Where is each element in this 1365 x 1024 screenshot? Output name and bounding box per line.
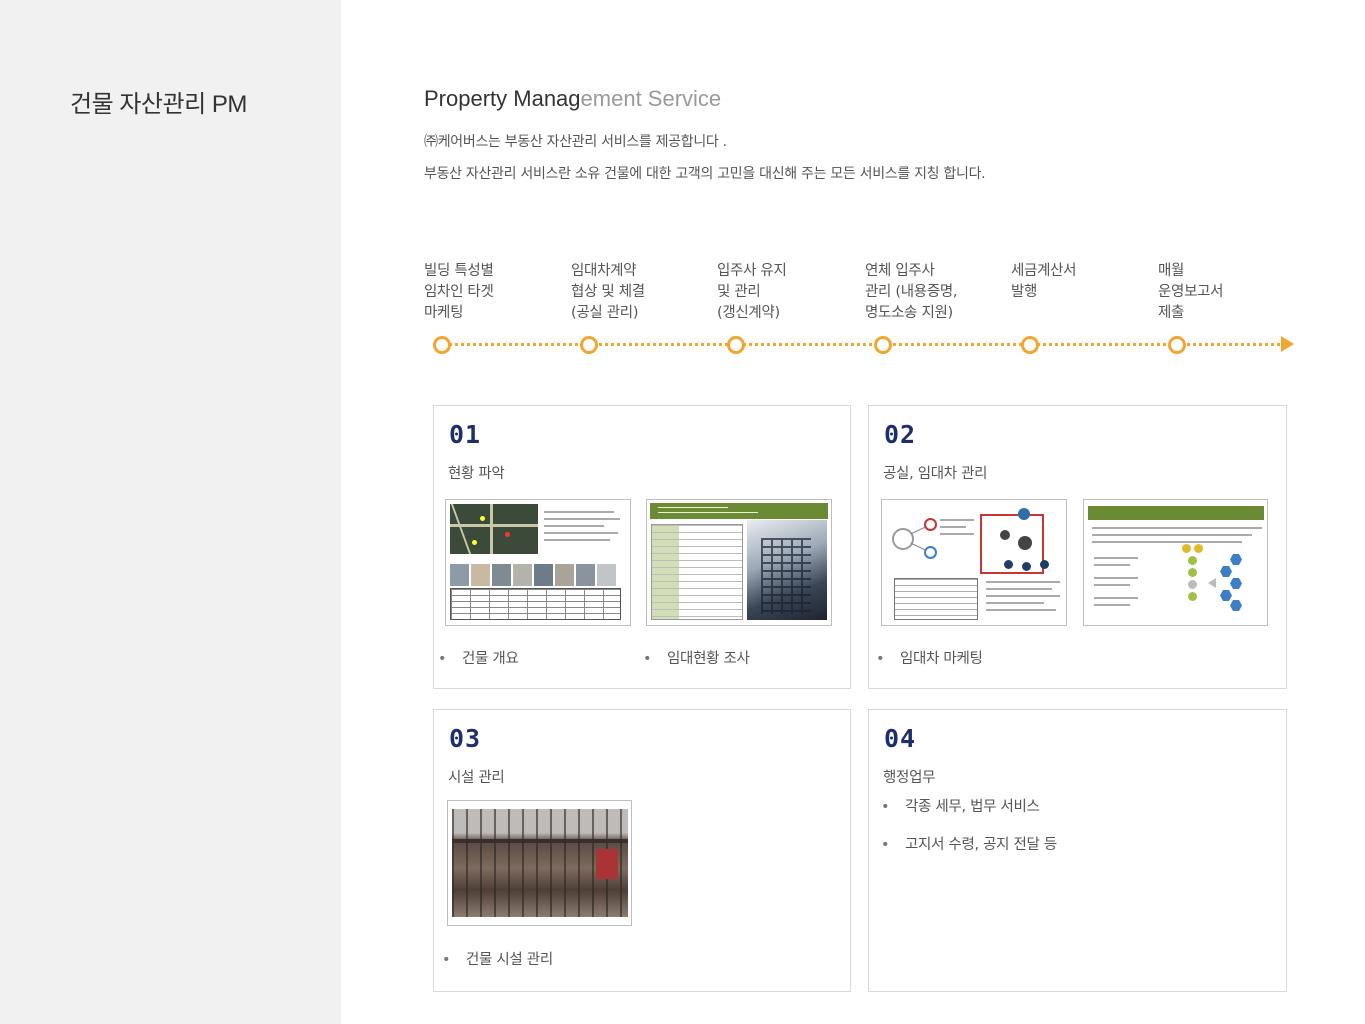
bullet-item: • 각종 세무, 법무 서비스 — [881, 799, 1040, 815]
step-line: 연체 입주사 — [865, 263, 935, 279]
timeline-step-3: 입주사 유지 및 관리 (갱신계약) — [717, 261, 857, 324]
bullet-item: • 임대차 마케팅 — [876, 651, 983, 667]
step-line: 빌딩 특성별 — [424, 263, 494, 279]
sidebar: 건물 자산관리 PM — [0, 0, 341, 1024]
sidebar-title: 건물 자산관리 PM — [70, 91, 247, 118]
building-photos — [450, 564, 621, 586]
bullet-text: 각종 세무, 법무 서비스 — [905, 799, 1040, 815]
card-number: 04 — [884, 724, 917, 753]
map-image — [450, 504, 538, 554]
operation-diagram-thumbnail — [1083, 499, 1268, 626]
step-line: 임차인 타겟 — [424, 284, 494, 300]
bullet-text: 임대현황 조사 — [667, 651, 750, 667]
timeline-step-2: 임대차계약 협상 및 체결 (공실 관리) — [571, 261, 711, 324]
step-line: 세금계산서 — [1011, 263, 1077, 279]
card-facility-management: 03 시설 관리 • 건물 시설 관리 — [433, 709, 851, 992]
step-line: (갱신계약) — [717, 305, 780, 321]
intro-text-1: ㈜케어버스는 부동산 자산관리 서비스를 제공합니다 . — [424, 134, 727, 150]
step-line: (공실 관리) — [571, 305, 639, 321]
step-line: 마케팅 — [424, 305, 464, 321]
bullet-item: • 고지서 수령, 공지 전달 등 — [881, 837, 1057, 853]
timeline-dotted-line — [442, 343, 1280, 346]
step-line: 입주사 유지 — [717, 263, 787, 279]
bullet-text: 건물 개요 — [462, 651, 519, 667]
facility-photo-thumbnail — [447, 800, 632, 926]
page-title-dark: Property Manag — [424, 86, 581, 111]
card-number: 02 — [884, 420, 917, 449]
bullet-item: • 건물 개요 — [438, 651, 519, 667]
facility-photo — [452, 809, 628, 917]
data-table-image — [450, 588, 621, 620]
timeline-node — [1168, 336, 1186, 354]
step-line: 운영보고서 — [1158, 284, 1224, 300]
card-title: 공실, 임대차 관리 — [883, 466, 988, 482]
step-line: 발행 — [1011, 284, 1038, 300]
step-line: 협상 및 체결 — [571, 284, 645, 300]
bullet-item: • 임대현황 조사 — [643, 651, 750, 667]
bullet-item: • 건물 시설 관리 — [442, 952, 553, 968]
timeline-node — [1021, 336, 1039, 354]
step-line: 관리 (내용증명, — [865, 284, 958, 300]
lease-status-thumbnail — [646, 499, 832, 626]
card-number: 03 — [449, 724, 482, 753]
page-title: Property Management Service — [424, 86, 721, 112]
lease-table-image — [651, 524, 743, 620]
process-timeline — [430, 334, 1296, 356]
timeline-node — [874, 336, 892, 354]
timeline-step-5: 세금계산서 발행 — [1011, 261, 1151, 303]
intro-text-2: 부동산 자산관리 서비스란 소유 건물에 대한 고객의 고민을 대신해 주는 모… — [424, 166, 986, 182]
bullet-text: 임대차 마케팅 — [900, 651, 983, 667]
card-title: 시설 관리 — [448, 770, 505, 786]
building-photo — [747, 520, 827, 620]
timeline-step-4: 연체 입주사 관리 (내용증명, 명도소송 지원) — [865, 261, 1005, 324]
step-line: 임대차계약 — [571, 263, 637, 279]
building-overview-thumbnail — [445, 499, 631, 626]
timeline-step-6: 매월 운영보고서 제출 — [1158, 261, 1298, 324]
timeline-step-1: 빌딩 특성별 임차인 타겟 마케팅 — [424, 261, 564, 324]
green-header-bar — [650, 503, 828, 519]
card-administration: 04 행정업무 • 각종 세무, 법무 서비스 • 고지서 수령, 공지 전달 등 — [868, 709, 1287, 992]
step-line: 매월 — [1158, 263, 1185, 279]
card-vacancy-lease: 02 공실, 임대차 관리 • 임대차 마케팅 — [868, 405, 1287, 689]
step-line: 제출 — [1158, 305, 1185, 321]
card-status-check: 01 현황 파악 • 건물 개요 • 임대현황 조사 — [433, 405, 851, 689]
card-title: 현황 파악 — [448, 466, 505, 482]
step-line: 및 관리 — [717, 284, 761, 300]
bullet-text: 건물 시설 관리 — [466, 952, 553, 968]
arrow-right-icon — [1281, 336, 1294, 352]
card-title: 행정업무 — [883, 770, 936, 786]
page-title-light: ement Service — [580, 86, 722, 111]
marketing-diagram-thumbnail — [881, 499, 1067, 626]
step-line: 명도소송 지원) — [865, 305, 953, 321]
bullet-text: 고지서 수령, 공지 전달 등 — [905, 837, 1057, 853]
card-number: 01 — [449, 420, 482, 449]
timeline-node — [433, 336, 451, 354]
timeline-node — [727, 336, 745, 354]
timeline-node — [580, 336, 598, 354]
